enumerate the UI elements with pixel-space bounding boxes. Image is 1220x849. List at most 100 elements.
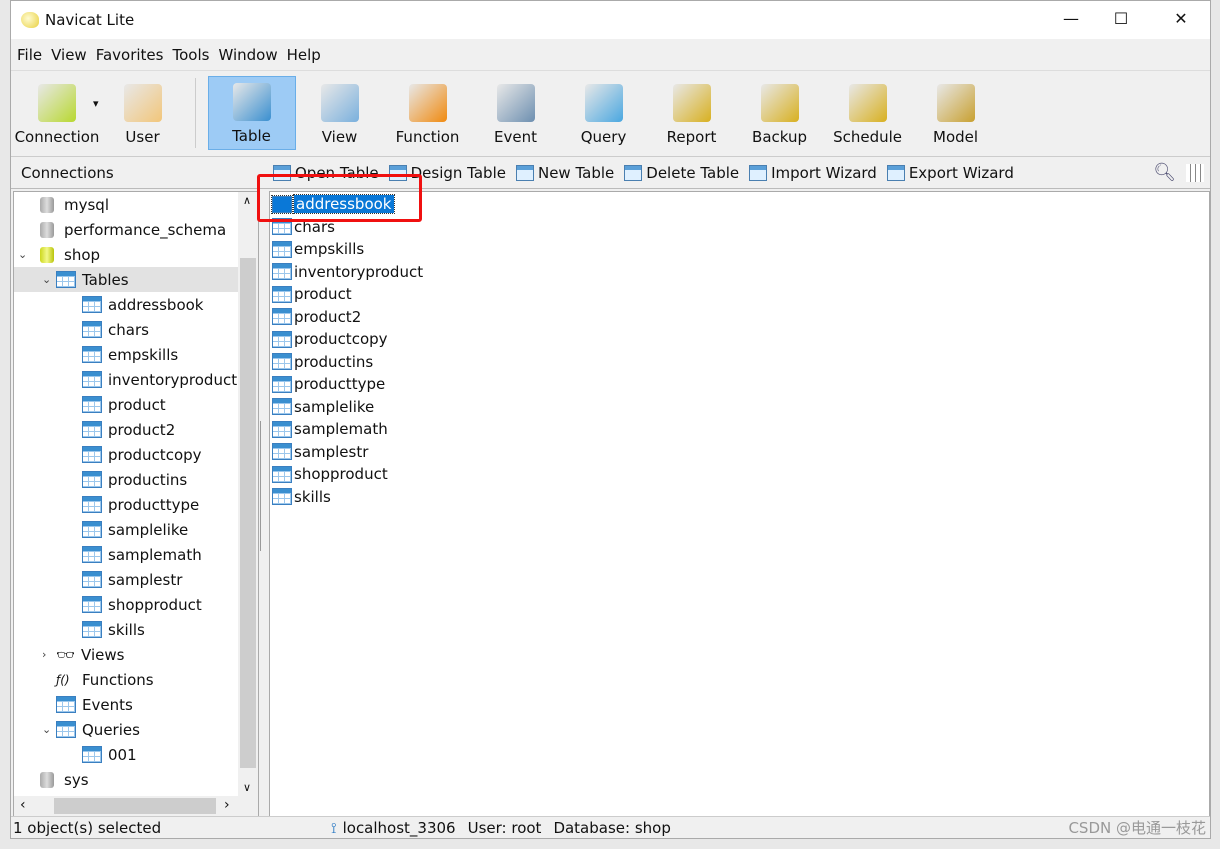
table-list-item[interactable]: skills xyxy=(272,487,331,507)
table-icon xyxy=(82,371,102,388)
tree-item-label: shopproduct xyxy=(108,595,202,614)
tree-item-productins[interactable]: productins xyxy=(66,467,187,492)
delete-table-button[interactable]: Delete Table xyxy=(624,164,739,182)
toolbar-connection-button[interactable]: Connection xyxy=(13,76,101,150)
tree-item-functions[interactable]: ƒ() Functions xyxy=(42,667,154,692)
table-list-item[interactable]: productins xyxy=(272,352,373,372)
table-name: product2 xyxy=(294,307,362,326)
tree-item-performance_schema[interactable]: performance_schema xyxy=(18,217,226,242)
tree-item-views[interactable]: › 👓︎ Views xyxy=(42,642,124,667)
toolbar-user-button[interactable]: User xyxy=(99,76,187,150)
table-icon xyxy=(272,353,292,370)
event-icon xyxy=(496,84,535,122)
red-highlight-box xyxy=(257,174,422,222)
tree-item-label: inventoryproduct xyxy=(108,370,238,389)
tree-item-productcopy[interactable]: productcopy xyxy=(66,442,202,467)
table-list-item[interactable]: producttype xyxy=(272,374,385,394)
tree-item-chars[interactable]: chars xyxy=(66,317,149,342)
tree-item-label: Events xyxy=(82,695,133,714)
tree-item-product[interactable]: product xyxy=(66,392,166,417)
grid-view-icon[interactable] xyxy=(1186,163,1204,182)
table-list-item[interactable]: shopproduct xyxy=(272,464,388,484)
tree-item-label: skills xyxy=(108,620,145,639)
toolbar-report-button[interactable]: Report xyxy=(648,76,736,150)
maximize-button[interactable]: ☐ xyxy=(1106,9,1136,28)
tree-item-shopproduct[interactable]: shopproduct xyxy=(66,592,202,617)
query-icon xyxy=(82,746,102,763)
tree-item-product2[interactable]: product2 xyxy=(66,417,175,442)
tree-item-events[interactable]: Events xyxy=(42,692,133,717)
scrollbar-thumb[interactable] xyxy=(240,258,256,768)
schedule-lock-icon xyxy=(848,84,887,122)
table-list-item[interactable]: product xyxy=(272,284,352,304)
export-wizard-icon xyxy=(886,164,905,181)
tree-item-sys[interactable]: sys xyxy=(18,767,89,792)
tree-item-001[interactable]: 001 xyxy=(66,742,137,767)
tree-item-mysql[interactable]: mysql xyxy=(18,192,109,217)
tree-item-samplelike[interactable]: samplelike xyxy=(66,517,188,542)
toolbar-query-button[interactable]: Query xyxy=(560,76,648,150)
toolbar-schedule-button[interactable]: Schedule xyxy=(824,76,912,150)
panel-splitter[interactable] xyxy=(260,421,267,551)
import-wizard-button[interactable]: Import Wizard xyxy=(749,164,877,182)
table-list-item[interactable]: samplelike xyxy=(272,397,374,417)
table-name: samplemath xyxy=(294,420,388,438)
menu-help[interactable]: Help xyxy=(287,46,321,64)
new-table-button[interactable]: New Table xyxy=(515,164,614,182)
status-bar: 1 object(s) selected ⟟ localhost_3306 Us… xyxy=(11,816,1210,838)
tree-item-label: samplestr xyxy=(108,570,183,589)
report-lock-icon xyxy=(672,84,711,122)
toolbar-model-button[interactable]: Model xyxy=(912,76,1000,150)
table-list-item[interactable]: samplestr xyxy=(272,442,368,462)
backup-lock-icon xyxy=(760,84,799,122)
table-icon xyxy=(82,496,102,513)
table-icon xyxy=(82,596,102,613)
table-list-item[interactable]: empskills xyxy=(272,239,364,259)
tree-item-label: samplelike xyxy=(108,520,189,539)
toolbar-view-button[interactable]: View xyxy=(296,76,384,150)
tree-item-label: Queries xyxy=(82,720,140,739)
tree-item-queries[interactable]: ⌄ Queries xyxy=(42,717,140,742)
menu-favorites[interactable]: Favorites xyxy=(96,46,164,64)
tree-item-samplemath[interactable]: samplemath xyxy=(66,542,202,567)
tree-item-samplestr[interactable]: samplestr xyxy=(66,567,182,592)
toolbar-label: Query xyxy=(580,128,627,146)
toolbar-event-button[interactable]: Event xyxy=(472,76,560,150)
menu-window[interactable]: Window xyxy=(218,46,277,64)
database-icon xyxy=(40,196,54,213)
toolbar-label: Model xyxy=(933,128,979,146)
expand-arrow-icon[interactable]: › xyxy=(42,648,56,661)
table-list-item[interactable]: product2 xyxy=(272,307,361,327)
query-icon xyxy=(584,84,623,122)
tree-vertical-scrollbar[interactable]: ∧ ∨ xyxy=(238,192,258,816)
scrollbar-thumb[interactable] xyxy=(54,798,216,814)
expand-arrow-icon[interactable]: ⌄ xyxy=(18,248,32,261)
tree-item-empskills[interactable]: empskills xyxy=(66,342,178,367)
tree-horizontal-scrollbar[interactable]: ‹ › xyxy=(14,796,240,816)
minimize-button[interactable]: — xyxy=(1056,9,1086,28)
table-list-item[interactable]: productcopy xyxy=(272,329,388,349)
toolbar-table-button[interactable]: Table xyxy=(207,76,296,150)
tree-item-skills[interactable]: skills xyxy=(66,617,145,642)
tree-item-label: producttype xyxy=(108,495,200,514)
tree-item-tables[interactable]: ⌄ Tables xyxy=(14,267,238,292)
tree-item-label: Functions xyxy=(82,670,154,689)
tree-item-producttype[interactable]: producttype xyxy=(66,492,199,517)
tree-item-addressbook[interactable]: addressbook xyxy=(66,292,204,317)
search-icon[interactable]: 🔍︎ xyxy=(1153,162,1176,183)
table-list-item[interactable]: inventoryproduct xyxy=(272,262,423,282)
menu-file[interactable]: File xyxy=(17,46,42,64)
tree-item-shop[interactable]: ⌄ shop xyxy=(18,242,100,267)
table-name: empskills xyxy=(294,240,365,258)
expand-arrow-icon[interactable]: ⌄ xyxy=(42,723,56,736)
expand-arrow-icon[interactable]: ⌄ xyxy=(42,273,56,286)
tree-item-inventoryproduct[interactable]: inventoryproduct xyxy=(66,367,237,392)
toolbar-function-button[interactable]: Function xyxy=(384,76,472,150)
menu-view[interactable]: View xyxy=(51,46,87,64)
toolbar-backup-button[interactable]: Backup xyxy=(736,76,824,150)
export-wizard-button[interactable]: Export Wizard xyxy=(886,164,1014,182)
close-button[interactable]: ✕ xyxy=(1166,9,1196,28)
table-icon xyxy=(272,330,292,348)
table-list-item[interactable]: samplemath xyxy=(272,419,388,439)
menu-tools[interactable]: Tools xyxy=(172,46,209,64)
